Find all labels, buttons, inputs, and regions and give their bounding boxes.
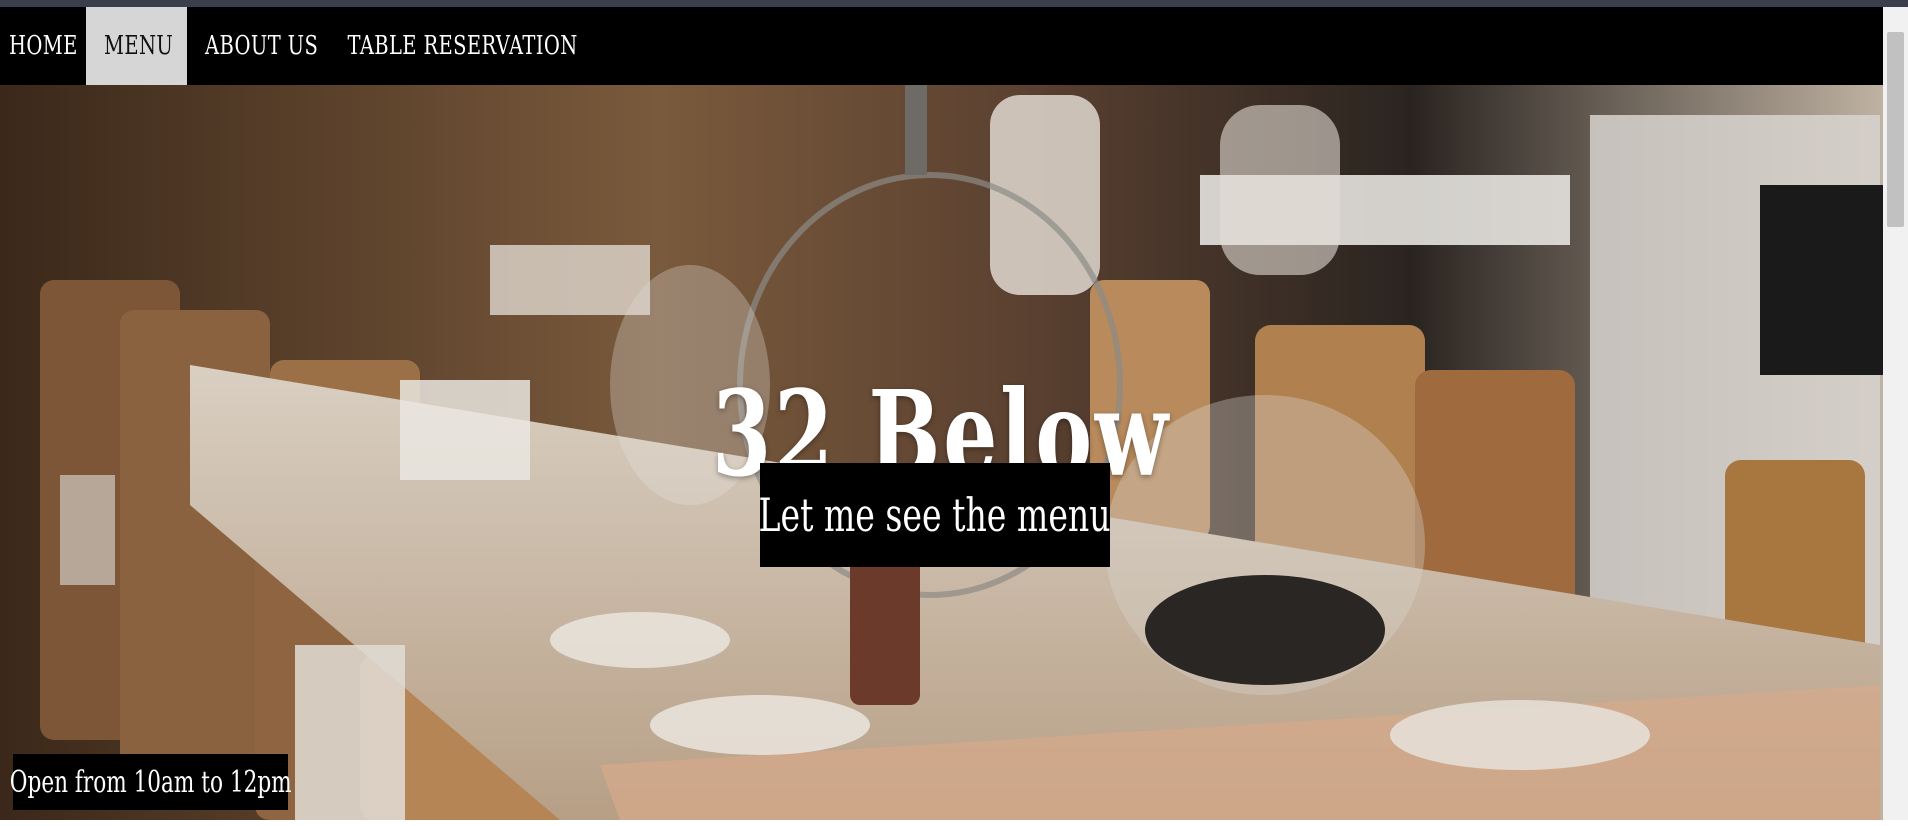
nav-slot-home: HOME [0, 7, 86, 85]
opening-hours-text: Open from 10am to 12pm [9, 764, 292, 800]
nav-table-reservation-link[interactable]: TABLE RESERVATION [337, 7, 587, 85]
opening-hours-badge: Open from 10am to 12pm [10, 754, 291, 810]
browser-top-edge [0, 0, 1908, 7]
top-navbar: HOME MENU ABOUT US TABLE RESERVATION [0, 7, 1883, 85]
see-menu-button-label: Let me see the menu [758, 488, 1112, 542]
hero-section: 32 Below Let me see the menu Open from 1… [0, 85, 1883, 820]
scrollbar-thumb[interactable] [1887, 32, 1904, 227]
page-bottom-edge [0, 820, 1908, 826]
nav-slot-about: ABOUT US [187, 7, 337, 85]
nav-menu-link[interactable]: MENU [86, 7, 182, 85]
see-menu-button[interactable]: Let me see the menu [758, 463, 1112, 567]
vertical-scrollbar[interactable] [1883, 7, 1908, 820]
nav-about-us-link[interactable]: ABOUT US [187, 7, 327, 85]
nav-slot-menu: MENU [86, 7, 187, 85]
nav-slot-reservation: TABLE RESERVATION [337, 7, 578, 85]
nav-home-link[interactable]: HOME [0, 7, 87, 85]
